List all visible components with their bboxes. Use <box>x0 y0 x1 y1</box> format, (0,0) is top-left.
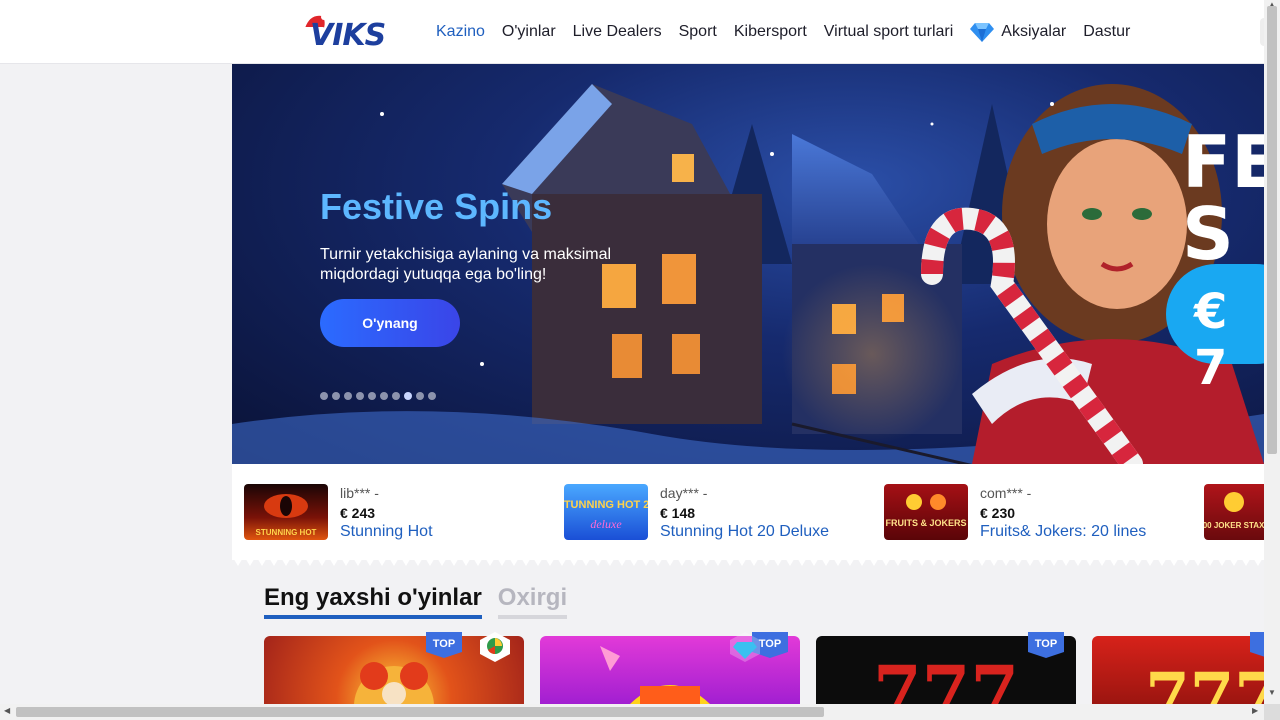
thumb-logo: FRUITS & JOKERS <box>885 494 967 528</box>
jackpot-wheel-icon <box>480 632 510 662</box>
badge-label: TOP <box>1034 638 1058 650</box>
nav-item-sport[interactable]: Sport <box>679 23 717 41</box>
nav-item-oyinlar[interactable]: O'yinlar <box>502 23 556 41</box>
top-badge <box>1250 632 1264 658</box>
banner-subtitle: Turnir yetakchisiga aylaning va maksimal… <box>320 246 612 283</box>
carousel-dot[interactable] <box>392 392 400 400</box>
play-now-button[interactable]: O'ynang <box>320 299 460 347</box>
carousel-dot[interactable] <box>416 392 424 400</box>
thumb-logo: 100 JOKER STAXX <box>1204 492 1264 530</box>
scroll-thumb[interactable] <box>1267 6 1277 454</box>
nav-item-label: Virtual sport turlari <box>823 23 954 40</box>
svg-text:777: 777 <box>1145 659 1264 704</box>
vertical-scrollbar[interactable]: ▲ ▼ <box>1264 0 1280 704</box>
nav-item-label: Sport <box>678 23 717 40</box>
scroll-down-icon[interactable]: ▼ <box>1268 688 1276 697</box>
nav-item-live-dealers[interactable]: Live Dealers <box>573 23 662 41</box>
winner-user: lib*** - <box>340 485 379 501</box>
tab-top-games[interactable]: Eng yaxshi o'yinlar <box>264 584 482 619</box>
banner-title: Festive Spins <box>320 186 553 227</box>
game-art: 777 <box>1145 659 1264 704</box>
top-badge: TOP <box>426 632 462 658</box>
diamond-jackpot-icon <box>730 632 760 662</box>
winner-amount: € 230 <box>980 505 1016 521</box>
nav-item-label: Kazino <box>436 23 485 40</box>
winner-user: day*** - <box>660 485 708 501</box>
nav-item-virtual-sport[interactable]: Virtual sport turlari <box>824 23 954 41</box>
winner-game-link[interactable]: Fruits& Jokers: 20 lines <box>980 523 1146 541</box>
site-header: VIKS Kazino O'yinlar Live Dealers Sport … <box>0 0 1270 64</box>
hero-banner: € 7 FE S Festive Spins Turnir yetakchisi… <box>232 64 1264 464</box>
nav-item-kazino[interactable]: Kazino <box>436 23 485 41</box>
recent-winners-strip: STUNNING HOT lib*** - € 243 Stunning Hot… <box>232 464 1264 560</box>
carousel-dot[interactable] <box>368 392 376 400</box>
top-badge: TOP <box>1028 632 1064 658</box>
diamond-icon <box>970 23 995 42</box>
nav-item-aksiyalar[interactable]: Aksiyalar <box>970 21 1066 43</box>
nav-item-label: O'yinlar <box>501 23 556 40</box>
carousel-dots <box>320 392 440 400</box>
winner-amount: € 148 <box>660 505 696 521</box>
winner-user: com*** - <box>980 485 1032 501</box>
main-nav: Kazino O'yinlar Live Dealers Sport Kiber… <box>436 0 1147 64</box>
game-thumbnail[interactable]: FRUITS & JOKERS <box>884 484 968 540</box>
thumb-title: FRUITS & JOKERS <box>885 518 966 528</box>
carousel-dot[interactable] <box>428 392 436 400</box>
tab-recent[interactable]: Oxirgi <box>497 584 568 619</box>
svg-text:deluxe: deluxe <box>590 517 622 531</box>
carousel-dot[interactable] <box>332 392 340 400</box>
promo-pill-text: € 7 <box>1194 284 1228 396</box>
scroll-right-icon[interactable]: ▶ <box>1252 706 1258 715</box>
site-logo[interactable]: VIKS <box>302 12 394 54</box>
winner-game-link[interactable]: Stunning Hot 20 Deluxe <box>660 523 829 541</box>
winner-game-link[interactable]: Stunning Hot <box>340 523 433 541</box>
game-thumbnail[interactable]: STUNNING HOT <box>244 484 328 540</box>
badge-label: TOP <box>432 638 456 650</box>
logo-text: VIKS <box>310 18 386 53</box>
carousel-dot[interactable] <box>356 392 364 400</box>
svg-text:777: 777 <box>873 650 1019 704</box>
horizontal-scrollbar[interactable]: ◀ ▶ <box>0 704 1280 720</box>
scroll-left-icon[interactable]: ◀ <box>4 706 10 715</box>
badge-shape-icon <box>1250 632 1264 657</box>
thumb-title: STUNNING HOT <box>256 528 317 537</box>
nav-item-kibersport[interactable]: Kibersport <box>734 23 807 41</box>
game-thumbnail[interactable]: STUNNING HOT 20 deluxe <box>564 484 648 540</box>
carousel-dot[interactable] <box>344 392 352 400</box>
scrollbar-corner <box>1264 704 1280 720</box>
carousel-dot[interactable] <box>404 392 412 400</box>
thumb-logo: STUNNING HOT 20 deluxe <box>564 499 648 531</box>
game-thumbnail[interactable]: 100 JOKER STAXX <box>1204 484 1264 540</box>
zigzag-divider <box>232 556 1264 566</box>
nav-item-label: Dastur <box>1083 23 1131 40</box>
nav-item-label: Aksiyalar <box>1001 23 1067 40</box>
carousel-dot[interactable] <box>320 392 328 400</box>
thumb-title: STUNNING HOT 20 <box>564 499 648 511</box>
nav-item-dastur[interactable]: Dastur <box>1083 23 1130 41</box>
carousel-dot[interactable] <box>380 392 388 400</box>
nav-item-label: Live Dealers <box>572 23 662 40</box>
games-tabs: Eng yaxshi o'yinlar Oxirgi <box>264 584 583 619</box>
promo-heading: FE S <box>1182 120 1264 276</box>
winner-amount: € 243 <box>340 505 376 521</box>
scroll-thumb[interactable] <box>16 707 824 717</box>
thumb-title: 100 JOKER STAXX <box>1204 521 1264 530</box>
game-card[interactable]: 777 <box>1092 636 1264 704</box>
flame-eye-icon: STUNNING HOT <box>256 494 317 537</box>
nav-item-label: Kibersport <box>733 23 807 40</box>
